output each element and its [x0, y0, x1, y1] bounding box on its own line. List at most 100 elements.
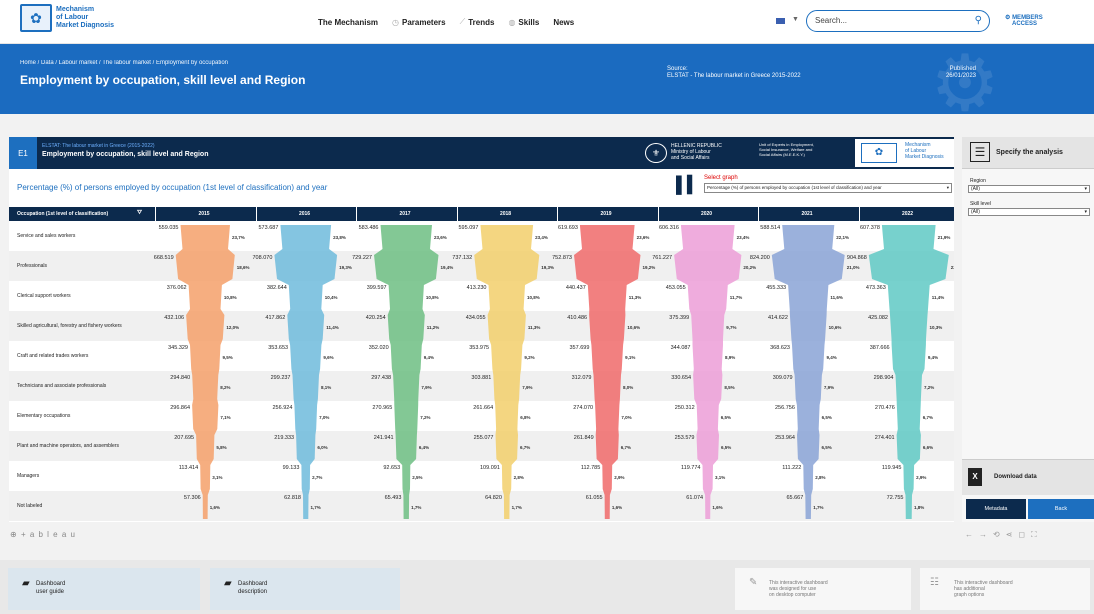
card-line: Dashboard — [238, 581, 268, 587]
percent-label: 6,4% — [419, 445, 429, 450]
value-label: 708.070 — [253, 255, 273, 261]
percent-label: 8,0% — [623, 385, 633, 390]
fullscreen-icon[interactable]: ⛶ — [1031, 530, 1043, 539]
excel-icon: X — [968, 468, 982, 486]
share-icon[interactable]: ⋖ — [1006, 530, 1019, 539]
year-header: 2019 — [600, 211, 612, 217]
funnel-series-2021[interactable] — [771, 225, 845, 519]
value-label: 61.055 — [586, 495, 603, 501]
value-label: 241.941 — [374, 435, 394, 441]
back-button[interactable]: Back — [1028, 499, 1094, 519]
chevron-down-icon[interactable]: ▼ — [792, 16, 799, 23]
percent-label: 2,8% — [815, 475, 825, 480]
region-label: Region — [970, 178, 986, 184]
value-label: 119.945 — [882, 465, 901, 471]
download-data-button[interactable]: X Download data — [962, 459, 1094, 495]
percent-label: 1,6% — [210, 505, 220, 510]
user-guide-card[interactable]: ▰ Dashboard user guide — [8, 568, 200, 610]
percent-label: 6,5% — [822, 415, 832, 420]
members-access-link[interactable]: ⚙ MEMBERS ACCESS — [1005, 15, 1043, 27]
percent-label: 23,4% — [737, 235, 750, 240]
value-label: 294.840 — [170, 375, 190, 381]
value-label: 330.654 — [671, 375, 691, 381]
filter-icon[interactable]: ⛛ — [137, 210, 142, 217]
value-label: 410.486 — [567, 315, 587, 321]
value-label: 119.774 — [681, 465, 700, 471]
value-label: 453.055 — [666, 285, 686, 291]
year-header: 2016 — [298, 211, 311, 217]
revert-icon[interactable]: ⟲ — [993, 530, 1006, 539]
search-input[interactable]: Search... ⚲ — [806, 10, 990, 32]
value-label: 92.653 — [383, 465, 400, 471]
percent-label: 11,6% — [830, 295, 843, 300]
nav-mechanism[interactable]: The Mechanism — [318, 17, 378, 27]
value-label: 261.849 — [574, 435, 594, 441]
percent-label: 19,3% — [541, 265, 554, 270]
nav-label: News — [553, 17, 575, 27]
redo-icon[interactable]: → — [979, 530, 993, 539]
percent-label: 23,8% — [333, 235, 346, 240]
value-label: 588.514 — [760, 225, 780, 231]
value-label: 455.333 — [766, 285, 786, 291]
comment-icon[interactable]: ◻ — [1018, 530, 1031, 539]
percent-label: 9,2% — [524, 355, 534, 360]
value-label: 434.055 — [466, 315, 486, 321]
funnel-series-2016[interactable] — [274, 225, 338, 519]
specify-analysis[interactable]: ☰ Specify the analysis — [962, 137, 1094, 169]
nav-label: Parameters — [402, 17, 446, 27]
funnel-series-2017[interactable] — [374, 225, 439, 519]
globe-icon: ◍ — [508, 17, 516, 27]
site-logo[interactable]: ✿ Mechanism of Labour Market Diagnosis — [20, 4, 116, 32]
card-line: graph options — [954, 592, 985, 598]
nav-news[interactable]: News — [553, 17, 574, 27]
metadata-button[interactable]: Metadata — [966, 499, 1026, 519]
percent-label: 10,6% — [627, 325, 640, 330]
dashboard-title: Employment by occupation, skill level an… — [42, 151, 209, 158]
percent-label: 19,3% — [339, 265, 352, 270]
chevron-down-icon: ▾ — [946, 185, 949, 190]
percent-label: 21,9% — [938, 235, 951, 240]
undo-icon[interactable]: ← — [965, 530, 979, 539]
value-label: 65.493 — [385, 495, 402, 501]
search-icon[interactable]: ⚲ — [975, 11, 982, 31]
value-label: 668.519 — [154, 255, 174, 261]
percent-label: 23,6% — [637, 235, 650, 240]
unit-text: Unit of Experts in Employment, Social In… — [759, 142, 851, 157]
nav-parameters[interactable]: ◷ Parameters — [392, 17, 446, 27]
percent-label: 7,9% — [522, 385, 532, 390]
nav-skills[interactable]: ◍ Skills — [508, 17, 539, 27]
value-label: 606.316 — [659, 225, 679, 231]
bottom-bar: ▰ Dashboard user guide ▰ Dashboard descrip… — [0, 560, 1094, 614]
percent-label: 5,8% — [216, 445, 226, 450]
pdf-icon: ▰ — [224, 578, 232, 589]
funnel-series-2020[interactable] — [674, 225, 742, 519]
ministry-logo: ⚜ HELLENIC REPUBLIC Ministry of Labour a… — [645, 143, 755, 163]
value-label: 345.329 — [168, 345, 188, 351]
card-line: Dashboard — [36, 581, 66, 587]
skill-select[interactable]: (All) ▾ — [968, 208, 1090, 216]
funnel-series-2019[interactable] — [574, 225, 641, 519]
value-label: 414.622 — [768, 315, 788, 321]
tableau-logo[interactable]: ⊕ + a b l e a u — [10, 530, 76, 539]
select-graph-dropdown[interactable]: Percentage (%) of persons employed by oc… — [704, 183, 952, 193]
tableau-toolbar: ←→⟲⋖◻⛶ — [965, 530, 1043, 540]
percent-label: 20,2% — [743, 265, 756, 270]
uk-flag-icon[interactable] — [776, 18, 785, 24]
value-label: 57.306 — [184, 495, 201, 501]
chevron-down-icon: ▾ — [1084, 209, 1087, 215]
percent-label: 11,4% — [326, 325, 339, 330]
emblem-icon: ⚜ — [645, 143, 667, 163]
percent-label: 8,9% — [725, 355, 735, 360]
year-header: 2015 — [198, 211, 210, 217]
funnel-series-2018[interactable] — [474, 225, 540, 519]
funnel-series-2022[interactable] — [868, 225, 949, 519]
region-select[interactable]: (All) ▾ — [968, 185, 1090, 193]
top-bar: ✿ Mechanism of Labour Market Diagnosis T… — [0, 0, 1094, 44]
description-card[interactable]: ▰ Dashboard description — [210, 568, 400, 610]
percent-label: 1,7% — [512, 505, 522, 510]
percent-label: 10,6% — [829, 325, 842, 330]
breadcrumb[interactable]: Home / Data / Labour market / The labour… — [20, 60, 228, 66]
percent-label: 23,3% — [951, 265, 954, 270]
nav-trends[interactable]: ⟋ Trends — [460, 17, 495, 27]
funnel-series-2015[interactable] — [175, 225, 235, 519]
